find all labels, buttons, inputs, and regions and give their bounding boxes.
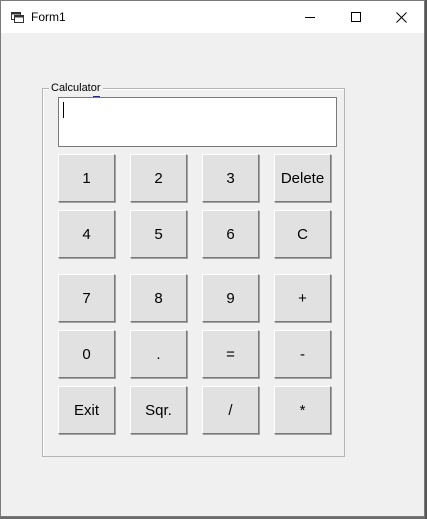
divide-button[interactable]: / [202, 386, 259, 434]
clear-button[interactable]: C [274, 210, 331, 258]
display-textbox[interactable] [58, 97, 337, 147]
text-caret [63, 102, 64, 118]
exit-button[interactable]: Exit [58, 386, 115, 434]
plus-button[interactable]: + [274, 274, 331, 322]
maximize-icon [351, 12, 361, 22]
close-icon [395, 11, 407, 23]
digit-3-button[interactable]: 3 [202, 154, 259, 202]
digit-1-button[interactable]: 1 [58, 154, 115, 202]
minimize-icon [305, 17, 315, 18]
calculator-group-label: Calculator [49, 82, 103, 94]
title-bar[interactable]: Form1 [1, 1, 424, 33]
digit-8-button[interactable]: 8 [130, 274, 187, 322]
delete-button[interactable]: Delete [274, 154, 331, 202]
minimize-button[interactable] [287, 1, 333, 33]
square-button[interactable]: Sqr. [130, 386, 187, 434]
digit-9-button[interactable]: 9 [202, 274, 259, 322]
window-title: Form1 [31, 10, 66, 24]
form-window: Form1 Calculator 1 2 3 Delete 4 5 6 C 7 … [0, 0, 425, 517]
decimal-button[interactable]: . [130, 330, 187, 378]
digit-5-button[interactable]: 5 [130, 210, 187, 258]
close-button[interactable] [378, 1, 424, 33]
equals-button[interactable]: = [202, 330, 259, 378]
digit-0-button[interactable]: 0 [58, 330, 115, 378]
digit-2-button[interactable]: 2 [130, 154, 187, 202]
maximize-button[interactable] [333, 1, 379, 33]
form-client-area: Calculator 1 2 3 Delete 4 5 6 C 7 8 9 + … [1, 33, 424, 516]
app-icon [11, 12, 24, 23]
digit-4-button[interactable]: 4 [58, 210, 115, 258]
multiply-button[interactable]: * [274, 386, 331, 434]
digit-6-button[interactable]: 6 [202, 210, 259, 258]
digit-7-button[interactable]: 7 [58, 274, 115, 322]
minus-button[interactable]: - [274, 330, 331, 378]
